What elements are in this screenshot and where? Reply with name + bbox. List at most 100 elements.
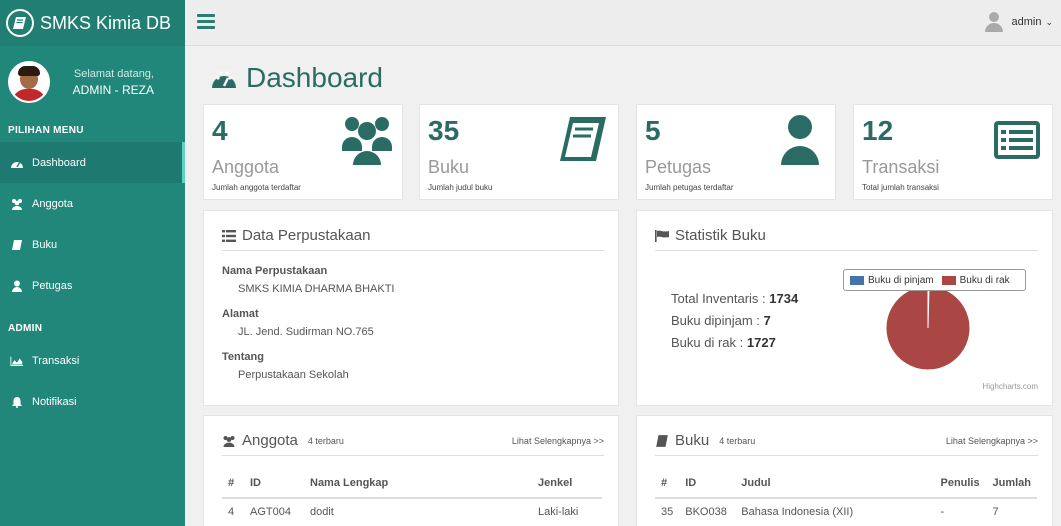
sidebar-item-label: Anggota — [32, 197, 73, 210]
panel-statistik-buku: Statistik Buku Total Inventaris : 1734 B… — [636, 210, 1053, 406]
buku-di-rak: Buku di rak : 1727 — [671, 335, 776, 350]
sidebar-item-label: Transaksi — [32, 354, 80, 367]
book-icon — [656, 434, 668, 447]
legend-item-dipinjam[interactable]: Buku di pinjam — [850, 275, 934, 286]
sidebar-item-buku[interactable]: Buku — [0, 224, 185, 265]
user-name: admin — [1011, 16, 1042, 28]
list-icon — [994, 121, 1040, 159]
panel-header: Data Perpustakaan — [222, 221, 604, 251]
panel-header: Anggota 4 terbaru Lihat Selengkapnya >> — [222, 426, 604, 456]
users-icon — [342, 117, 392, 165]
topbar: admin ⌄ — [185, 0, 1061, 46]
area-chart-icon — [10, 354, 24, 368]
panel-buku: Buku 4 terbaru Lihat Selengkapnya >> # I… — [636, 415, 1053, 526]
stat-card-transaksi[interactable]: 12 Transaksi Total jumlah transaksi — [853, 104, 1053, 200]
field-label-alamat: Alamat — [222, 308, 259, 320]
sidebar-item-notifikasi[interactable]: Notifikasi — [0, 381, 185, 422]
stat-label: Buku — [428, 157, 470, 177]
stat-subtitle: Jumlah anggota terdaftar — [212, 183, 301, 192]
section-admin-label: ADMIN — [8, 322, 43, 334]
sidebar-item-dashboard[interactable]: Dashboard — [0, 142, 185, 183]
brand[interactable]: SMKS Kimia DB — [0, 0, 185, 46]
table-cell: Bahasa Indonesia (XII) — [735, 498, 935, 526]
stat-number: 12 — [862, 115, 894, 146]
book-logo-icon — [6, 9, 34, 37]
users-icon — [10, 197, 24, 211]
stat-subtitle: Jumlah judul buku — [428, 183, 493, 192]
column-header: Judul — [735, 468, 935, 499]
table-cell: Laki-laki — [532, 498, 602, 526]
lihat-selengkapnya-link[interactable]: Lihat Selengkapnya >> — [512, 436, 604, 446]
dashboard-icon — [10, 156, 24, 170]
buku-table: # ID Judul Penulis Jumlah 35 BKO038 Baha… — [655, 468, 1037, 526]
bell-icon — [10, 395, 24, 409]
chart-credits[interactable]: Highcharts.com — [982, 382, 1038, 391]
panel-title: Statistik Buku — [675, 227, 766, 244]
field-label-tentang: Tentang — [222, 351, 264, 363]
user-menu[interactable]: admin ⌄ — [985, 12, 1053, 32]
field-value-tentang: Perpustakaan Sekolah — [238, 369, 349, 381]
sidebar-item-anggota[interactable]: Anggota — [0, 183, 185, 224]
user-icon — [781, 115, 819, 165]
dashboard-icon — [210, 64, 238, 92]
panel-title: Data Perpustakaan — [242, 227, 371, 244]
panel-header: Buku 4 terbaru Lihat Selengkapnya >> — [655, 426, 1038, 456]
table-header-row: # ID Judul Penulis Jumlah — [655, 468, 1037, 499]
panel-header: Statistik Buku — [655, 221, 1038, 251]
stat-label: Petugas — [645, 157, 712, 177]
column-header: Nama Lengkap — [304, 468, 532, 499]
chevron-down-icon: ⌄ — [1045, 16, 1053, 27]
sidebar-item-petugas[interactable]: Petugas — [0, 265, 185, 306]
table-row[interactable]: 4 AGT004 dodit Laki-laki — [222, 498, 602, 526]
brand-title: SMKS Kimia DB — [40, 12, 172, 33]
user-icon — [10, 279, 24, 293]
sidebar-item-label: Buku — [32, 238, 58, 251]
total-inventaris: Total Inventaris : 1734 — [671, 291, 799, 306]
sidebar-item-label: Dashboard — [32, 156, 86, 169]
section-menu-label: PILIHAN MENU — [8, 124, 84, 136]
table-cell: dodit — [304, 498, 532, 526]
sidebar-item-label: Notifikasi — [32, 395, 77, 408]
table-cell: - — [934, 498, 987, 526]
sidebar-item-label: Petugas — [32, 279, 73, 292]
sidebar-item-transaksi[interactable]: Transaksi — [0, 340, 185, 381]
table-row[interactable]: 35 BKO038 Bahasa Indonesia (XII) - 7 — [655, 498, 1037, 526]
book-icon — [560, 117, 606, 161]
anggota-table: # ID Nama Lengkap Jenkel 4 AGT004 dodit … — [222, 468, 602, 526]
menu-toggle-icon[interactable] — [197, 14, 215, 30]
table-cell: 4 — [222, 498, 244, 526]
panel-subtitle: 4 terbaru — [719, 435, 756, 446]
chart-legend: Buku di pinjam Buku di rak — [843, 269, 1026, 291]
panel-title: Buku — [675, 432, 710, 449]
profile: Selamat datang, ADMIN - REZA — [0, 46, 185, 118]
avatar — [8, 61, 50, 103]
stat-number: 35 — [428, 115, 460, 146]
panel-data-perpustakaan: Data Perpustakaan Nama Perpustakaan SMKS… — [203, 210, 619, 406]
table-cell: 35 — [655, 498, 680, 526]
column-header: Jenkel — [532, 468, 602, 499]
stat-card-petugas[interactable]: 5 Petugas Jumlah petugas terdaftar — [636, 104, 836, 200]
stat-subtitle: Total jumlah transaksi — [862, 183, 939, 192]
column-header: # — [222, 468, 244, 499]
stat-card-buku[interactable]: 35 Buku Jumlah judul buku — [419, 104, 619, 200]
page-title: Dashboard — [210, 62, 383, 94]
lihat-selengkapnya-link[interactable]: Lihat Selengkapnya >> — [946, 436, 1038, 446]
stat-number: 5 — [645, 115, 661, 146]
column-header: ID — [244, 468, 304, 499]
sidebar: SMKS Kimia DB Selamat datang, ADMIN - RE… — [0, 0, 185, 526]
pie-slice[interactable] — [885, 285, 971, 371]
legend-item-rak[interactable]: Buku di rak — [941, 275, 1010, 286]
column-header: # — [655, 468, 680, 499]
user-avatar-icon — [985, 12, 1004, 32]
profile-greeting: Selamat datang, — [73, 67, 154, 80]
panel-subtitle: 4 terbaru — [307, 435, 344, 446]
users-icon — [223, 435, 235, 447]
page-title-text: Dashboard — [246, 62, 383, 93]
column-header: ID — [679, 468, 736, 499]
list-icon — [222, 229, 236, 242]
stat-label: Anggota — [212, 157, 280, 177]
stat-card-anggota[interactable]: 4 Anggota Jumlah anggota terdaftar — [203, 104, 403, 200]
flag-icon — [655, 229, 669, 242]
profile-name: ADMIN - REZA — [72, 82, 154, 97]
field-value-alamat: JL. Jend. Sudirman NO.765 — [238, 326, 374, 338]
